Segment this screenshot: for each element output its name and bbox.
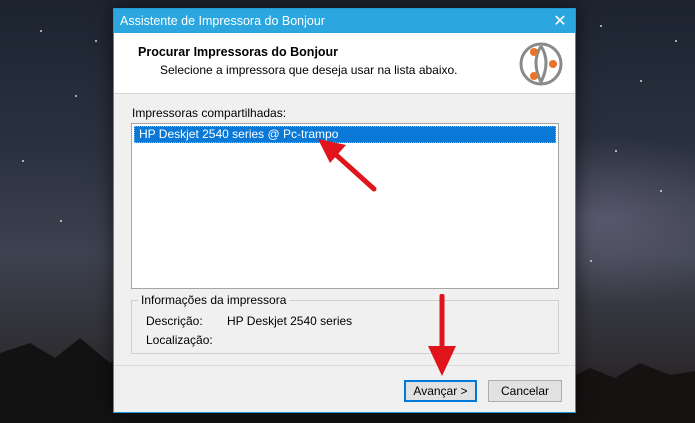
printer-list-item[interactable]: HP Deskjet 2540 series @ Pc-trampo [134, 126, 556, 143]
printer-info-group: Informações da impressora Descrição: HP … [131, 293, 559, 354]
close-button[interactable]: ✕ [545, 9, 575, 33]
header-subtitle: Selecione a impressora que deseja usar n… [160, 63, 458, 77]
description-value: HP Deskjet 2540 series [227, 314, 353, 328]
title-bar: Assistente de Impressora do Bonjour ✕ [114, 9, 575, 33]
location-row: Localização: [146, 333, 213, 347]
description-row: Descrição: HP Deskjet 2540 series [146, 314, 352, 328]
footer-divider [114, 365, 575, 366]
location-label: Localização: [146, 333, 213, 347]
printer-info-legend: Informações da impressora [138, 293, 290, 307]
printer-list[interactable]: HP Deskjet 2540 series @ Pc-trampo [131, 123, 559, 289]
bonjour-printer-wizard-dialog: Assistente de Impressora do Bonjour ✕ Pr… [113, 8, 576, 413]
cancel-button[interactable]: Cancelar [488, 380, 562, 402]
wizard-header: Procurar Impressoras do Bonjour Selecion… [114, 33, 575, 94]
window-title: Assistente de Impressora do Bonjour [120, 14, 325, 28]
bonjour-logo-icon [519, 42, 563, 86]
shared-printers-label: Impressoras compartilhadas: [132, 106, 287, 120]
description-label: Descrição: [146, 314, 203, 328]
next-button[interactable]: Avançar > [404, 380, 477, 402]
header-title: Procurar Impressoras do Bonjour [138, 45, 339, 59]
